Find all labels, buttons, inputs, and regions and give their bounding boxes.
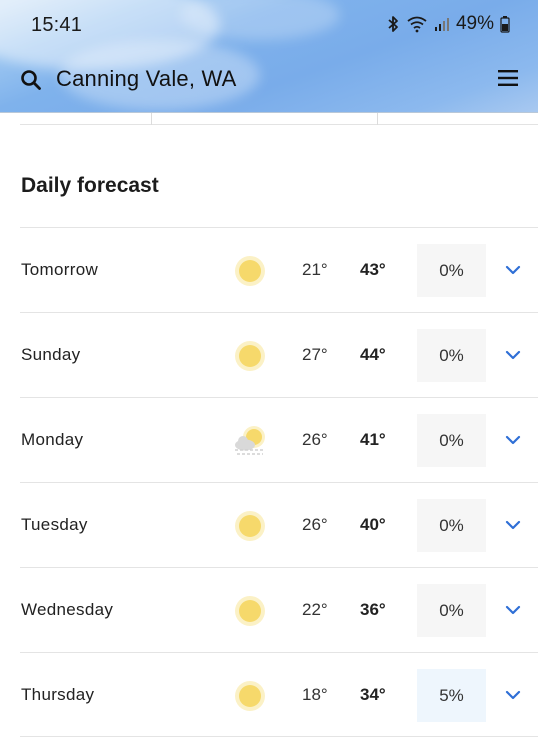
bluetooth-icon bbox=[388, 16, 398, 32]
status-bar: 15:41 49% bbox=[0, 0, 538, 52]
hamburger-menu-icon[interactable] bbox=[498, 69, 518, 87]
sun-icon bbox=[235, 511, 265, 541]
forecast-high: 40° bbox=[360, 515, 386, 534]
forecast-day: Monday bbox=[21, 430, 84, 449]
sun-icon bbox=[235, 681, 265, 711]
forecast-row[interactable]: Wednesday 22° 36° 0% bbox=[20, 567, 538, 652]
signal-icon bbox=[434, 18, 449, 31]
column-divider bbox=[377, 113, 378, 125]
forecast-row[interactable]: Tomorrow 21° 43° 0% bbox=[20, 227, 538, 312]
forecast-row[interactable]: Thursday 18° 34° 5% bbox=[20, 652, 538, 737]
chevron-down-icon[interactable] bbox=[504, 689, 522, 701]
location-name[interactable]: Canning Vale, WA bbox=[56, 66, 237, 92]
forecast-high: 43° bbox=[360, 260, 386, 279]
precip-chance: 0% bbox=[417, 244, 486, 297]
forecast-day: Sunday bbox=[21, 345, 81, 364]
sun-icon bbox=[235, 341, 265, 371]
precip-chance: 0% bbox=[417, 584, 486, 637]
chevron-down-icon[interactable] bbox=[504, 604, 522, 616]
forecast-low: 18° bbox=[302, 685, 328, 704]
sun-cloud-haze-icon bbox=[235, 426, 265, 455]
column-divider bbox=[151, 113, 152, 125]
forecast-high: 41° bbox=[360, 430, 386, 449]
forecast-day: Wednesday bbox=[21, 600, 114, 619]
previous-section-edge bbox=[20, 113, 538, 125]
app-header: 15:41 49% Canning Vale, WA bbox=[0, 0, 538, 113]
daily-forecast-title: Daily forecast bbox=[21, 174, 159, 197]
precip-chance: 0% bbox=[417, 329, 486, 382]
forecast-low: 26° bbox=[302, 430, 328, 449]
precip-chance: 0% bbox=[417, 414, 486, 467]
forecast-low: 22° bbox=[302, 600, 328, 619]
forecast-day: Tomorrow bbox=[21, 260, 99, 279]
sun-icon bbox=[235, 596, 265, 626]
sun-icon bbox=[235, 256, 265, 286]
status-time: 15:41 bbox=[31, 14, 83, 36]
search-icon[interactable] bbox=[20, 69, 42, 91]
chevron-down-icon[interactable] bbox=[504, 519, 522, 531]
daily-forecast-list: Tomorrow 21° 43° 0% Sunday 27° 44° 0% Mo… bbox=[20, 227, 538, 737]
forecast-low: 27° bbox=[302, 345, 328, 364]
status-icons: 49% bbox=[386, 13, 510, 35]
precip-chance: 5% bbox=[417, 669, 486, 722]
wifi-icon bbox=[407, 16, 427, 33]
forecast-row[interactable]: Monday 26° 41° 0% bbox=[20, 397, 538, 482]
forecast-row[interactable]: Sunday 27° 44° 0% bbox=[20, 312, 538, 397]
forecast-high: 34° bbox=[360, 685, 386, 704]
forecast-low: 26° bbox=[302, 515, 328, 534]
forecast-low: 21° bbox=[302, 260, 328, 279]
battery-percent: 49% bbox=[455, 13, 494, 34]
forecast-day: Tuesday bbox=[21, 515, 88, 534]
chevron-down-icon[interactable] bbox=[504, 434, 522, 446]
location-search-bar[interactable]: Canning Vale, WA bbox=[0, 60, 538, 100]
forecast-day: Thursday bbox=[21, 685, 95, 704]
precip-chance: 0% bbox=[417, 499, 486, 552]
chevron-down-icon[interactable] bbox=[504, 349, 522, 361]
forecast-high: 36° bbox=[360, 600, 386, 619]
battery-icon bbox=[500, 16, 510, 33]
chevron-down-icon[interactable] bbox=[504, 264, 522, 276]
forecast-high: 44° bbox=[360, 345, 386, 364]
forecast-row[interactable]: Tuesday 26° 40° 0% bbox=[20, 482, 538, 567]
